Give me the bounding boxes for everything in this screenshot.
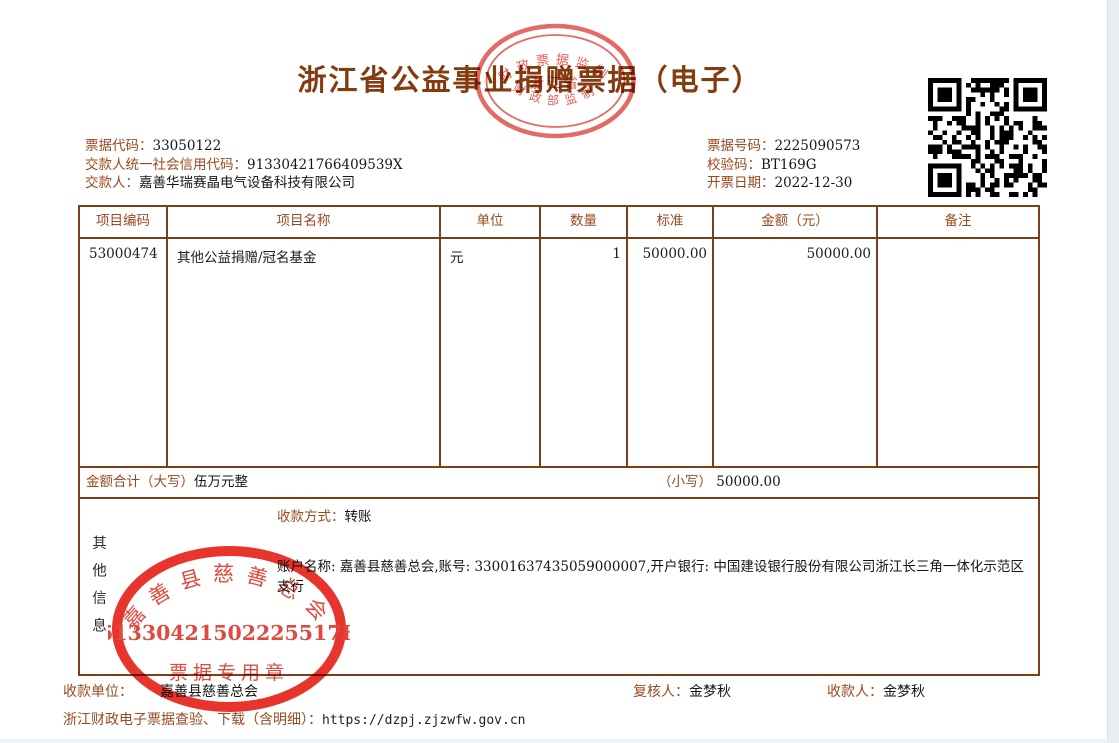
cell-unit: 元 xyxy=(441,239,541,466)
other-info-label: 其他信息 xyxy=(88,535,109,645)
payment-method: 收款方式：转账 xyxy=(277,505,372,525)
verification-url: https://dzpj.zjzwfw.gov.cn xyxy=(322,713,526,728)
cell-remark xyxy=(878,239,1038,466)
col-header-amount: 金额（元） xyxy=(714,207,878,237)
field-payer-credit-code: 交款人统一社会信用代码：91330421766409539X xyxy=(85,156,403,175)
page-edge-right xyxy=(1107,0,1119,743)
seal-bottom-text: 票据专用章 xyxy=(169,662,289,684)
receiver-line: 收款人：金梦秋 xyxy=(827,681,925,701)
account-info: 账户名称: 嘉善县慈善总会,账号: 33001637435059000007,开… xyxy=(277,557,1035,597)
page-edge-bottom xyxy=(0,739,1108,743)
cell-item-name: 其他公益捐赠/冠名基金 xyxy=(168,239,441,466)
table-header-row: 项目编码 项目名称 单位 数量 标准 金额（元） 备注 xyxy=(80,207,1038,239)
charity-seal-icon: 嘉善县慈善总会 51330421502225517B 票据专用章 xyxy=(108,543,350,715)
col-header-item-code: 项目编码 xyxy=(80,207,168,237)
col-header-unit: 单位 xyxy=(441,207,541,237)
total-in-words: 金额合计（大写）伍万元整 xyxy=(86,468,248,496)
col-header-remark: 备注 xyxy=(878,207,1038,237)
cell-quantity: 1 xyxy=(541,239,628,466)
col-header-standard: 标准 xyxy=(628,207,714,237)
col-header-item-name: 项目名称 xyxy=(168,207,441,237)
qr-code xyxy=(928,78,1047,197)
cell-standard: 50000.00 xyxy=(628,239,714,466)
col-header-quantity: 数量 xyxy=(541,207,628,237)
receipt-page: 浙江省公益事业捐赠票据（电子） 财政票据监制 浙江省 财政部监制 票据代码：33… xyxy=(0,0,1119,743)
seal-code-text: 51330421502225517B xyxy=(108,621,350,645)
field-receipt-number: 票据号码：2225090573 xyxy=(707,137,860,156)
total-row: 金额合计（大写）伍万元整 （小写） 50000.00 xyxy=(80,468,1038,499)
cell-amount: 50000.00 xyxy=(714,239,878,466)
stamp-center-text: 浙江省 xyxy=(530,76,581,92)
cell-item-code: 53000474 xyxy=(80,239,168,466)
header-right-block: 票据号码：2225090573 校验码：BT169G 开票日期：2022-12-… xyxy=(707,137,860,193)
header-left-block: 票据代码：33050122 交款人统一社会信用代码：91330421766409… xyxy=(85,137,403,193)
field-payer-name: 交款人：嘉善华瑞赛晶电气设备科技有限公司 xyxy=(85,174,403,193)
table-row: 53000474 其他公益捐赠/冠名基金 元 1 50000.00 50000.… xyxy=(80,239,1038,468)
field-check-code: 校验码：BT169G xyxy=(707,156,860,175)
total-in-figures: （小写） 50000.00 xyxy=(658,468,781,496)
field-receipt-code: 票据代码：33050122 xyxy=(85,137,403,156)
reviewer-line: 复核人：金梦秋 xyxy=(633,681,731,701)
field-issue-date: 开票日期：2022-12-30 xyxy=(707,174,860,193)
fiscal-supervision-stamp-icon: 财政票据监制 浙江省 财政部监制 xyxy=(474,22,639,142)
